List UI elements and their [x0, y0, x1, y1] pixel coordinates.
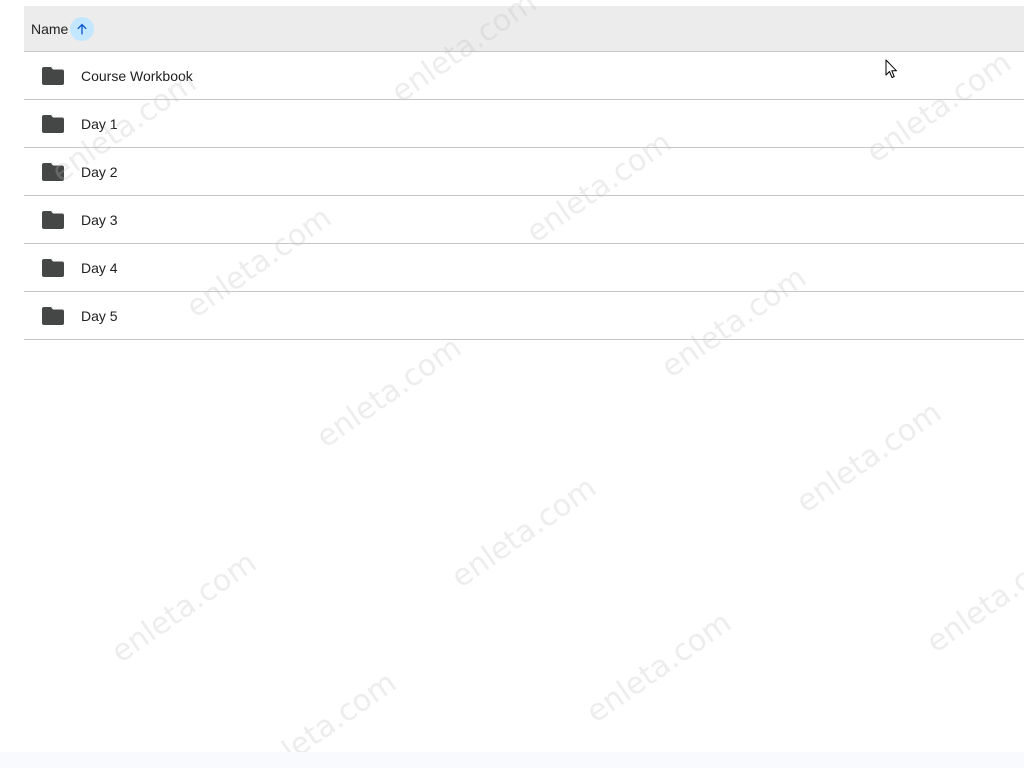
folder-icon [42, 210, 64, 229]
folder-icon [42, 114, 64, 133]
file-list: Name Course Workbook Day 1 Day 2 Day 3 D… [24, 6, 1024, 340]
list-item-day-1[interactable]: Day 1 [24, 100, 1024, 148]
watermark: enleta.com [790, 394, 948, 521]
folder-name: Day 2 [81, 163, 118, 180]
folder-name: Day 1 [81, 115, 118, 132]
sort-ascending-button[interactable] [70, 16, 95, 41]
watermark: enleta.com [245, 664, 403, 752]
list-item-day-3[interactable]: Day 3 [24, 196, 1024, 244]
folder-icon [42, 306, 64, 325]
list-item-course-workbook[interactable]: Course Workbook [24, 52, 1024, 100]
folder-name: Day 4 [81, 259, 118, 276]
list-item-day-2[interactable]: Day 2 [24, 148, 1024, 196]
watermark: enleta.com [580, 604, 738, 731]
folder-icon [42, 66, 64, 85]
folder-name: Day 3 [81, 211, 118, 228]
folder-name: Day 5 [81, 307, 118, 324]
list-item-day-4[interactable]: Day 4 [24, 244, 1024, 292]
folder-icon [42, 258, 64, 277]
watermark: enleta.com [920, 534, 1024, 661]
watermark: enleta.com [445, 469, 603, 596]
file-browser-panel: Name Course Workbook Day 1 Day 2 Day 3 D… [0, 0, 1024, 752]
folder-icon [42, 162, 64, 181]
name-column-header[interactable]: Name [31, 21, 68, 37]
list-item-day-5[interactable]: Day 5 [24, 292, 1024, 340]
arrow-upward-icon [77, 23, 88, 34]
watermark: enleta.com [105, 544, 263, 671]
watermark: enleta.com [310, 329, 468, 456]
folder-name: Course Workbook [81, 67, 193, 84]
column-header-row: Name [24, 6, 1024, 52]
